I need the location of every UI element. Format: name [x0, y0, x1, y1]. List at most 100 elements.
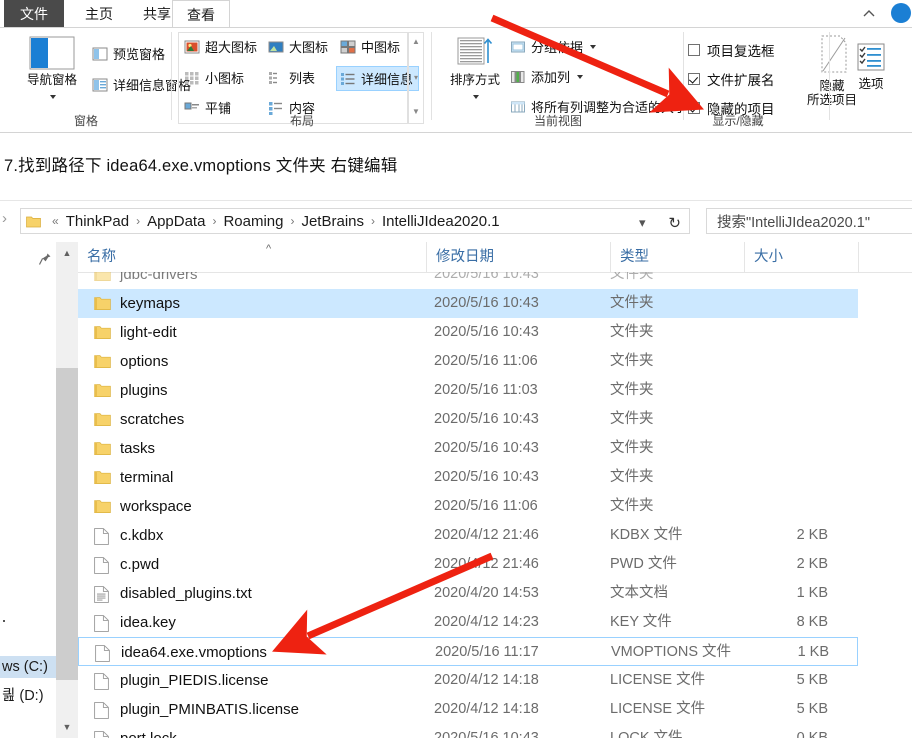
add-columns-button[interactable]: 添加列: [510, 67, 583, 86]
file-name-cell[interactable]: keymaps: [94, 289, 180, 318]
table-row[interactable]: idea.key2020/4/12 14:23KEY 文件8 KB: [78, 608, 858, 637]
table-row[interactable]: port.lock2020/5/16 10:43LOCK 文件0 KB: [78, 724, 858, 738]
preview-pane-button[interactable]: 预览窗格: [92, 44, 165, 63]
file-name-cell[interactable]: idea.key: [94, 608, 176, 637]
file-type-cell: 文件夹: [610, 405, 654, 434]
table-row[interactable]: plugin_PMINBATIS.license2020/4/12 14:18L…: [78, 695, 858, 724]
file-icon: [94, 673, 111, 688]
column-header-date[interactable]: 修改日期: [426, 242, 610, 272]
table-row[interactable]: idea64.exe.vmoptions2020/5/16 11:17VMOPT…: [78, 637, 858, 666]
file-name-cell[interactable]: c.pwd: [94, 550, 159, 579]
gallery-scroll-up[interactable]: ▲: [409, 35, 423, 48]
file-name-cell[interactable]: workspace: [94, 492, 192, 521]
table-row[interactable]: c.pwd2020/4/12 21:46PWD 文件2 KB: [78, 550, 858, 579]
chevron-up-icon[interactable]: ▲: [56, 242, 78, 264]
vertical-scrollbar[interactable]: ▲ ▼: [56, 242, 78, 738]
file-name-cell[interactable]: plugin_PMINBATIS.license: [94, 695, 299, 724]
table-row[interactable]: tasks2020/5/16 10:43文件夹: [78, 434, 858, 463]
sort-by-icon: [454, 58, 496, 73]
table-row[interactable]: scratches2020/5/16 10:43文件夹: [78, 405, 858, 434]
gallery-scroll-down[interactable]: ▾: [409, 71, 423, 84]
group-by-button[interactable]: 分组依据: [510, 37, 596, 56]
chevron-right-icon[interactable]: ›: [131, 214, 145, 228]
table-row[interactable]: plugins2020/5/16 11:03文件夹: [78, 376, 858, 405]
chevron-down-icon[interactable]: [473, 95, 479, 99]
file-name-cell[interactable]: options: [94, 347, 168, 376]
file-type-cell: VMOPTIONS 文件: [611, 638, 731, 667]
file-name-cell[interactable]: disabled_plugins.txt: [94, 579, 252, 608]
chevron-up-icon[interactable]: [860, 5, 878, 23]
ribbon-group-layout-label: 布局: [172, 112, 432, 129]
chevron-down-icon[interactable]: ▾: [639, 215, 655, 231]
layout-gallery-scrollbar[interactable]: ▲ ▾ ▼: [408, 32, 424, 124]
chevron-right-icon[interactable]: ›: [366, 214, 380, 228]
chevron-down-icon[interactable]: [50, 95, 56, 99]
column-header-spacer[interactable]: [858, 242, 912, 272]
column-header-size[interactable]: 大小: [744, 242, 858, 272]
table-row[interactable]: terminal2020/5/16 10:43文件夹: [78, 463, 858, 492]
chevron-right-icon[interactable]: ›: [285, 214, 299, 228]
table-row[interactable]: disabled_plugins.txt2020/4/20 14:53文本文档1…: [78, 579, 858, 608]
file-name-label: options: [120, 353, 168, 370]
breadcrumb-item-jetbrains[interactable]: JetBrains: [299, 213, 366, 230]
tab-file[interactable]: 文件: [4, 0, 64, 28]
folder-icon: [94, 272, 111, 282]
chevron-right-icon[interactable]: ›: [207, 214, 221, 228]
file-name-cell[interactable]: idea64.exe.vmoptions: [95, 638, 267, 667]
forward-button[interactable]: ›: [2, 210, 7, 227]
column-header-name[interactable]: 名称: [78, 242, 434, 272]
nav-item-drive-d[interactable]: 킖 (D:): [0, 685, 56, 707]
tab-view[interactable]: 查看: [172, 0, 230, 29]
file-name-cell[interactable]: light-edit: [94, 318, 177, 347]
checkbox-item-checkboxes[interactable]: 项目复选框: [688, 40, 775, 60]
search-input[interactable]: 搜索"IntelliJIdea2020.1": [706, 208, 912, 234]
file-name-label: idea.key: [120, 614, 176, 631]
file-type-cell: 文件夹: [610, 347, 654, 376]
file-name-cell[interactable]: tasks: [94, 434, 155, 463]
breadcrumb-item-thinkpad[interactable]: ThinkPad: [64, 213, 131, 230]
file-name-cell[interactable]: port.lock: [94, 724, 177, 738]
chevron-down-icon[interactable]: [590, 45, 596, 49]
refresh-icon[interactable]: ↻: [668, 214, 681, 232]
table-row[interactable]: keymaps2020/5/16 10:43文件夹: [78, 289, 858, 318]
table-row[interactable]: light-edit2020/5/16 10:43文件夹: [78, 318, 858, 347]
file-name-cell[interactable]: plugin_PIEDIS.license: [94, 666, 268, 695]
tab-home[interactable]: 主页: [70, 0, 128, 28]
nav-item-windows-c[interactable]: ws (C:): [0, 656, 56, 678]
table-row[interactable]: jdbc-drivers2020/5/16 10:43文件夹: [78, 272, 858, 289]
ribbon-tab-strip: 文件 主页 共享 查看: [0, 0, 912, 28]
breadcrumb-item-roaming[interactable]: Roaming: [221, 213, 285, 230]
file-name-cell[interactable]: terminal: [94, 463, 173, 492]
pin-icon[interactable]: [38, 252, 52, 266]
table-row[interactable]: options2020/5/16 11:06文件夹: [78, 347, 858, 376]
file-icon: [94, 731, 111, 738]
table-row[interactable]: workspace2020/5/16 11:06文件夹: [78, 492, 858, 521]
table-row[interactable]: plugin_PIEDIS.license2020/4/12 14:18LICE…: [78, 666, 858, 695]
sort-by-button[interactable]: 排序方式: [442, 36, 508, 102]
breadcrumb-overflow[interactable]: «: [47, 214, 64, 228]
preview-pane-icon: [92, 46, 108, 62]
breadcrumb-item-appdata[interactable]: AppData: [145, 213, 207, 230]
file-size-cell: 8 KB: [744, 608, 828, 637]
address-bar[interactable]: « ThinkPad › AppData › Roaming › JetBrai…: [20, 208, 690, 234]
help-circle-icon[interactable]: [888, 2, 912, 26]
navigation-pane-button[interactable]: 导航窗格: [14, 36, 90, 102]
file-type-cell: LOCK 文件: [610, 724, 683, 738]
checkbox-box[interactable]: [688, 44, 700, 56]
options-button[interactable]: 选项: [842, 42, 900, 91]
breadcrumb-item-intellijidea[interactable]: IntelliJIdea2020.1: [380, 213, 502, 230]
file-name-cell[interactable]: jdbc-drivers: [94, 272, 198, 289]
column-header-type[interactable]: 类型: [610, 242, 744, 272]
scrollbar-thumb[interactable]: [56, 368, 78, 680]
file-name-cell[interactable]: c.kdbx: [94, 521, 163, 550]
chevron-down-icon[interactable]: ▼: [56, 716, 78, 738]
checkbox-box[interactable]: [688, 73, 700, 85]
group-by-label: 分组依据: [531, 37, 583, 56]
file-name-cell[interactable]: plugins: [94, 376, 168, 405]
column-header-row: 名称 ^ 修改日期 类型 大小: [78, 242, 912, 273]
file-size-cell: 5 KB: [744, 666, 828, 695]
checkbox-file-extensions[interactable]: 文件扩展名: [688, 69, 775, 89]
chevron-down-icon[interactable]: [577, 75, 583, 79]
table-row[interactable]: c.kdbx2020/4/12 21:46KDBX 文件2 KB: [78, 521, 858, 550]
file-name-cell[interactable]: scratches: [94, 405, 184, 434]
